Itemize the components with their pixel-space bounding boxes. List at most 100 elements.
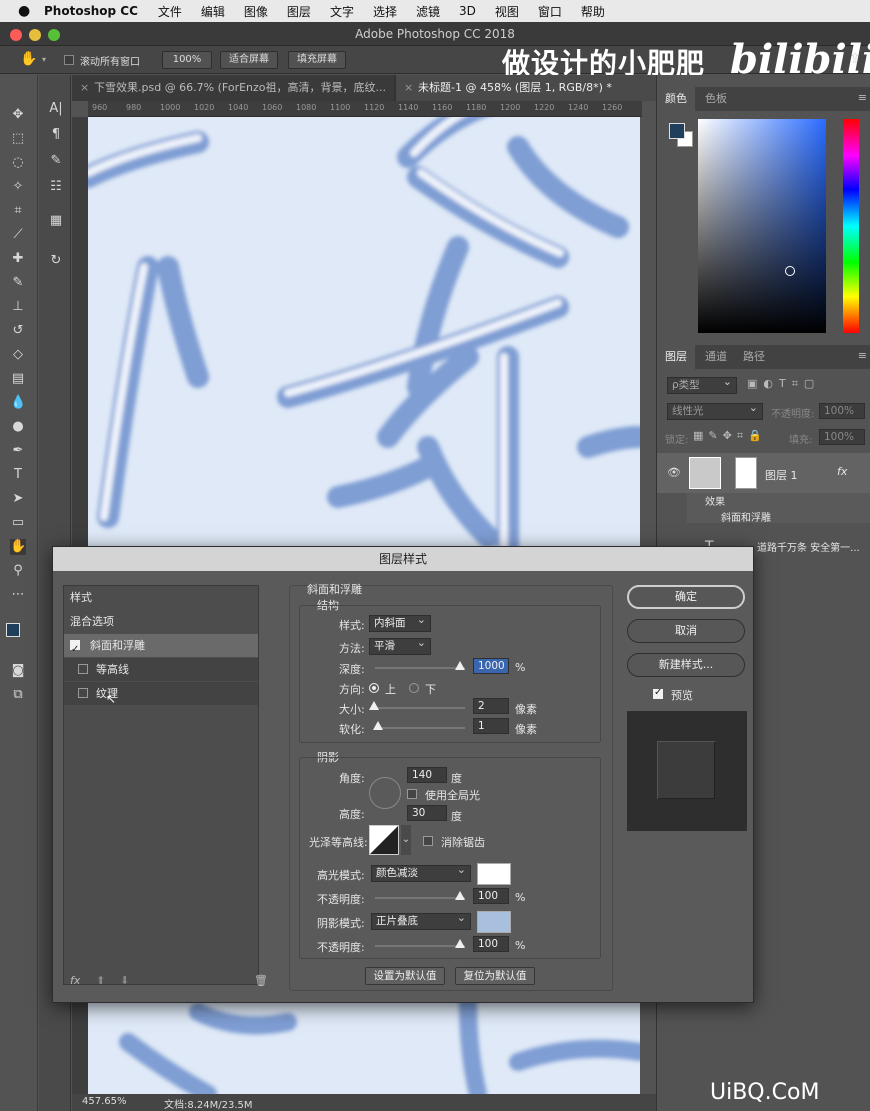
- screen-mode-icon[interactable]: ⧉: [10, 687, 26, 703]
- highlight-opacity-thumb[interactable]: [455, 891, 465, 900]
- bevel-emboss-item[interactable]: 斜面和浮雕: [64, 634, 258, 661]
- shadow-opacity-slider[interactable]: [375, 945, 465, 947]
- adjustments-panel-icon[interactable]: ☷: [48, 179, 64, 195]
- highlight-color-swatch[interactable]: [477, 863, 511, 885]
- global-light-checkbox[interactable]: [407, 789, 417, 799]
- tab-swatches[interactable]: 色板: [697, 87, 735, 111]
- eraser-tool-icon[interactable]: ◇: [10, 347, 26, 363]
- layer-filter-select[interactable]: ρ类型: [667, 374, 737, 394]
- set-default-button[interactable]: 设置为默认值: [365, 967, 445, 985]
- contour-item[interactable]: 等高线: [64, 658, 258, 681]
- move-tool-icon[interactable]: ✥: [10, 107, 26, 123]
- path-select-icon[interactable]: ➤: [10, 491, 26, 507]
- shadow-opacity-thumb[interactable]: [455, 939, 465, 948]
- shadow-mode-select[interactable]: 正片叠底: [371, 910, 471, 930]
- pen-tool-icon[interactable]: ✒: [10, 443, 26, 459]
- canvas-snow-image-lower[interactable]: [88, 1002, 640, 1094]
- panel-foreground-swatch[interactable]: [669, 123, 685, 139]
- effects-label[interactable]: 效果: [705, 493, 725, 508]
- size-input[interactable]: 2: [473, 698, 509, 714]
- zoom-level[interactable]: 457.65%: [82, 1096, 127, 1107]
- color-picker-cursor[interactable]: [785, 266, 795, 276]
- altitude-input[interactable]: 30: [407, 805, 447, 821]
- direction-up-radio[interactable]: [369, 683, 379, 693]
- texture-checkbox[interactable]: [78, 688, 88, 698]
- trash-icon[interactable]: 🗑: [254, 974, 268, 987]
- fx-add-icon[interactable]: fx: [70, 974, 80, 987]
- close-icon[interactable]: ×: [404, 75, 413, 101]
- new-style-button[interactable]: 新建样式...: [627, 653, 745, 677]
- stamp-tool-icon[interactable]: ⊥: [10, 299, 26, 315]
- character-panel-icon[interactable]: A|: [48, 101, 64, 117]
- styles-header[interactable]: 样式: [64, 586, 258, 609]
- panel-menu-icon[interactable]: ≡: [858, 91, 867, 104]
- highlight-opacity-input[interactable]: 100: [473, 888, 509, 904]
- menu-image[interactable]: 图像: [244, 3, 268, 20]
- cancel-button[interactable]: 取消: [627, 619, 745, 643]
- contour-dropdown-icon[interactable]: ⌄: [401, 825, 411, 855]
- marquee-tool-icon[interactable]: ⬚: [10, 131, 26, 147]
- hand-tool-icon[interactable]: ✋: [20, 51, 37, 67]
- blur-tool-icon[interactable]: 💧: [10, 395, 26, 411]
- depth-input[interactable]: 1000: [473, 658, 509, 674]
- healing-brush-icon[interactable]: ✚: [10, 251, 26, 267]
- ok-button[interactable]: 确定: [627, 585, 745, 609]
- opacity-input[interactable]: 100%: [819, 403, 865, 419]
- history-panel-icon[interactable]: ↻: [48, 253, 64, 269]
- foreground-color-swatch[interactable]: [6, 623, 20, 637]
- tab-color[interactable]: 颜色: [657, 87, 695, 111]
- brush-tool-icon[interactable]: ✎: [10, 275, 26, 291]
- effect-bevel[interactable]: 斜面和浮雕: [721, 509, 771, 524]
- shadow-opacity-input[interactable]: 100: [473, 936, 509, 952]
- close-icon[interactable]: ×: [80, 75, 89, 101]
- lasso-tool-icon[interactable]: ◌: [10, 155, 26, 171]
- tab-channels[interactable]: 通道: [697, 345, 735, 369]
- gloss-contour-picker[interactable]: [369, 825, 399, 855]
- libraries-panel-icon[interactable]: ▦: [48, 213, 64, 229]
- chevron-down-icon[interactable]: ▾: [42, 55, 46, 64]
- apple-icon[interactable]: ●: [18, 4, 32, 18]
- tab-snow-effect[interactable]: × 下雪效果.psd @ 66.7% (ForEnzo祖，高清，背景，底纹...: [72, 75, 394, 101]
- menu-select[interactable]: 选择: [373, 3, 397, 20]
- menu-3d[interactable]: 3D: [459, 4, 476, 18]
- technique-select[interactable]: 平滑: [369, 635, 431, 655]
- more-tools-icon[interactable]: ⋯: [10, 587, 26, 603]
- depth-slider-thumb[interactable]: [455, 661, 465, 670]
- bevel-style-select[interactable]: 内斜面: [369, 612, 431, 632]
- menu-layer[interactable]: 图层: [287, 3, 311, 20]
- tab-layers[interactable]: 图层: [657, 345, 695, 369]
- panel-menu-icon[interactable]: ≡: [858, 349, 867, 362]
- magic-wand-icon[interactable]: ✧: [10, 179, 26, 195]
- app-menu[interactable]: Photoshop CC: [44, 4, 138, 18]
- brush-panel-icon[interactable]: ✎: [48, 153, 64, 169]
- tab-untitled-1[interactable]: × 未标题-1 @ 458% (图层 1, RGB/8*) *: [396, 75, 656, 101]
- hue-slider[interactable]: [843, 119, 859, 333]
- menu-edit[interactable]: 编辑: [201, 3, 225, 20]
- soften-input[interactable]: 1: [473, 718, 509, 734]
- share-icon[interactable]: ⇪: [849, 51, 861, 67]
- layer-row-layer-1[interactable]: 👁 图层 1 fx: [657, 453, 870, 493]
- size-slider[interactable]: [375, 707, 465, 709]
- direction-down-radio[interactable]: [409, 683, 419, 693]
- fill-input[interactable]: 100%: [819, 429, 865, 445]
- size-slider-thumb[interactable]: [369, 701, 379, 710]
- doc-size[interactable]: 文档:8.24M/23.5M: [164, 1096, 253, 1111]
- zoom-tool-icon[interactable]: ⚲: [10, 563, 26, 579]
- fill-screen-button[interactable]: 填充屏幕: [288, 51, 346, 69]
- crop-tool-icon[interactable]: ⌗: [10, 203, 26, 219]
- lock-icons[interactable]: ▦✎✥⌗🔒: [693, 429, 767, 443]
- color-picker-field[interactable]: [698, 119, 826, 333]
- preview-checkbox[interactable]: [653, 687, 663, 699]
- shadow-color-swatch[interactable]: [477, 911, 511, 933]
- scroll-all-checkbox[interactable]: [64, 55, 74, 65]
- menu-help[interactable]: 帮助: [581, 3, 605, 20]
- highlight-opacity-slider[interactable]: [375, 897, 465, 899]
- eyedropper-icon[interactable]: ⟋: [10, 227, 26, 243]
- gradient-tool-icon[interactable]: ▤: [10, 371, 26, 387]
- zoom-100-button[interactable]: 100%: [162, 51, 212, 69]
- menu-type[interactable]: 文字: [330, 3, 354, 20]
- tab-paths[interactable]: 路径: [735, 345, 773, 369]
- contour-checkbox[interactable]: [78, 664, 88, 674]
- menu-file[interactable]: 文件: [158, 3, 182, 20]
- eye-icon[interactable]: 👁: [667, 466, 681, 479]
